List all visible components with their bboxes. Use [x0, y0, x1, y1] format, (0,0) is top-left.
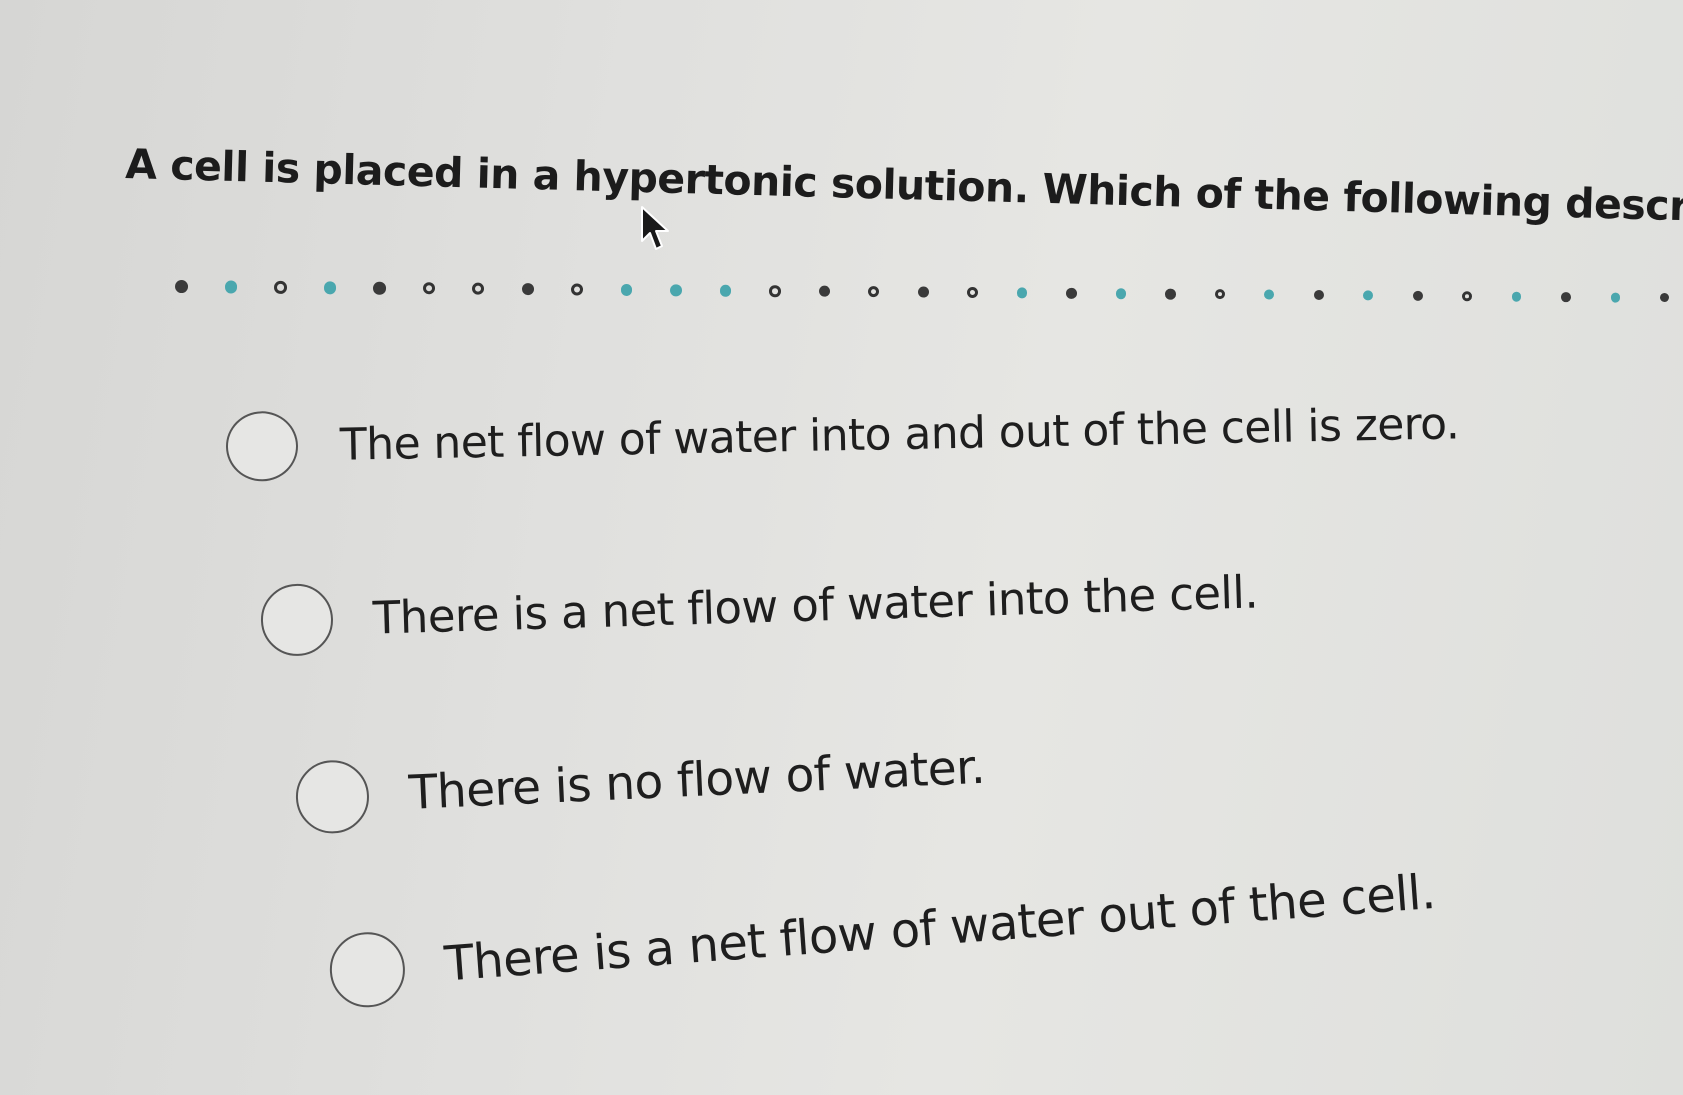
separator-dot [422, 282, 435, 295]
separator-dot [1164, 288, 1176, 300]
question-separator [174, 280, 1683, 313]
separator-dot [1313, 289, 1324, 301]
separator-dot [224, 280, 238, 294]
option-label: The net flow of water into and out of th… [339, 397, 1460, 471]
separator-dot [1065, 287, 1077, 299]
separator-dot [1115, 288, 1127, 300]
separator-dot [521, 283, 534, 296]
question-text: A cell is placed in a hypertonic solutio… [124, 140, 1683, 245]
radio-unchecked-icon[interactable] [327, 929, 408, 1010]
option-flow-into-cell[interactable]: There is a net flow of water into the ce… [259, 555, 1259, 657]
separator-dot [174, 280, 189, 294]
separator-dot [1016, 287, 1028, 299]
separator-dot [1511, 291, 1522, 302]
radio-unchecked-icon[interactable] [259, 582, 335, 657]
separator-dot [1659, 292, 1670, 303]
separator-dot [620, 283, 633, 296]
option-label: There is a net flow of water into the ce… [372, 564, 1259, 645]
option-label: There is a net flow of water out of the … [442, 863, 1438, 993]
separator-dot [719, 284, 732, 297]
separator-dot [570, 283, 584, 296]
option-no-flow[interactable]: There is no flow of water. [294, 731, 986, 835]
separator-dot [372, 281, 386, 295]
separator-dot [1610, 292, 1621, 303]
separator-dot [323, 281, 337, 295]
mouse-pointer-arrow-icon [641, 206, 669, 250]
separator-dot [768, 285, 781, 297]
option-flow-out-of-cell[interactable]: There is a net flow of water out of the … [327, 854, 1438, 1010]
option-net-flow-zero[interactable]: The net flow of water into and out of th… [225, 388, 1460, 482]
separator-dot [818, 285, 830, 298]
radio-unchecked-icon[interactable] [294, 758, 371, 835]
separator-dot [1461, 291, 1472, 302]
separator-dot [1560, 292, 1571, 302]
separator-dot [1412, 290, 1423, 301]
separator-dot [1214, 289, 1226, 300]
radio-unchecked-icon[interactable] [225, 410, 299, 482]
separator-dot [917, 286, 929, 298]
separator-dot [471, 282, 485, 295]
separator-dot [966, 286, 979, 299]
separator-dot [1263, 289, 1275, 300]
separator-dot [273, 280, 287, 294]
separator-dot [669, 284, 682, 297]
quiz-screen: A cell is placed in a hypertonic solutio… [0, 0, 1683, 1095]
separator-dot [1362, 290, 1374, 301]
option-label: There is no flow of water. [407, 739, 986, 821]
separator-dot [867, 286, 880, 298]
